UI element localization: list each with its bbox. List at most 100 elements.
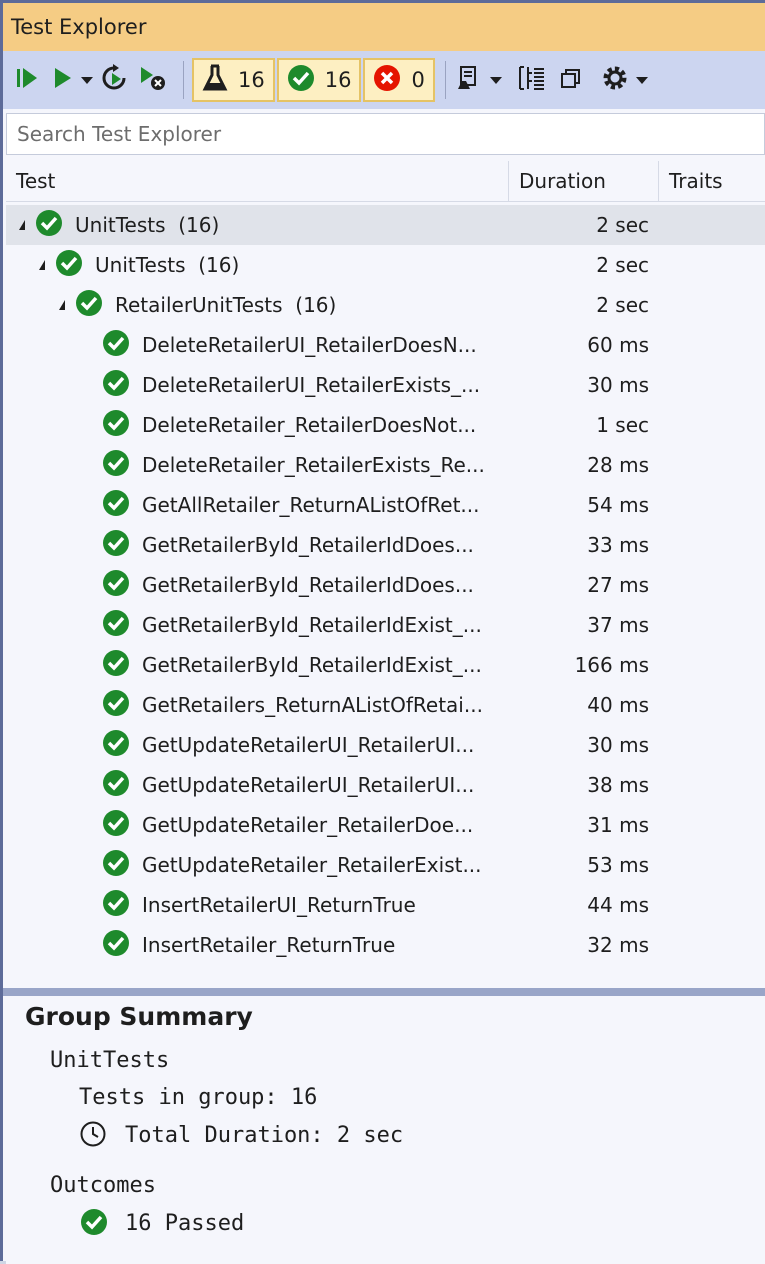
test-duration: 33 ms (587, 533, 649, 557)
test-duration: 30 ms (587, 733, 649, 757)
test-row[interactable]: InsertRetailerUI_ReturnTrue 44 ms (6, 885, 765, 925)
flask-icon (202, 63, 238, 98)
tree-row-class[interactable]: RetailerUnitTests (16) 2 sec (6, 285, 765, 325)
test-name: GetUpdateRetailerUI_RetailerUI... (142, 733, 475, 757)
test-duration: 54 ms (587, 493, 649, 517)
toolbar: 16 16 0 (3, 51, 765, 109)
test-duration: 31 ms (587, 813, 649, 837)
repeat-last-run-button[interactable] (99, 60, 131, 100)
test-row[interactable]: DeleteRetailerUI_RetailerDoesN... 60 ms (6, 325, 765, 365)
passed-icon (55, 249, 83, 282)
test-duration: 28 ms (587, 453, 649, 477)
test-list: DeleteRetailerUI_RetailerDoesN... 60 ms De… (6, 325, 765, 965)
passed-icon (102, 449, 130, 482)
passed-icon (102, 649, 130, 682)
column-duration[interactable]: Duration (509, 161, 659, 201)
panel-splitter[interactable] (3, 988, 765, 996)
chevron-down-icon (489, 76, 502, 84)
passed-icon (35, 209, 63, 242)
test-name: GetUpdateRetailerUI_RetailerUI... (142, 773, 475, 797)
passed-icon (102, 569, 130, 602)
test-row[interactable]: GetAllRetailer_ReturnAListOfRet... 54 ms (6, 485, 765, 525)
passed-icon (102, 889, 130, 922)
run-button[interactable] (49, 60, 93, 100)
search-input[interactable] (15, 121, 764, 147)
play-icon (49, 64, 75, 96)
failed-tests-filter[interactable]: 0 (363, 58, 435, 102)
test-duration: 38 ms (587, 773, 649, 797)
test-name: GetRetailerById_RetailerIdExist_... (142, 613, 482, 637)
test-row[interactable]: GetRetailers_ReturnAListOfRetai... 40 ms (6, 685, 765, 725)
test-duration: 1 sec (596, 413, 649, 437)
summary-title: Group Summary (25, 1002, 253, 1031)
test-row[interactable]: DeleteRetailer_RetailerDoesNot... 1 sec (6, 405, 765, 445)
tree-row-project[interactable]: UnitTests (16) 2 sec (6, 205, 765, 245)
summary-group-name: UnitTests (50, 1048, 170, 1073)
clock-icon (79, 1120, 107, 1152)
test-name: InsertRetailer_ReturnTrue (142, 933, 396, 957)
passed-icon (102, 689, 130, 722)
tree-row-namespace[interactable]: UnitTests (16) 2 sec (6, 245, 765, 285)
run-failed-button[interactable] (137, 60, 169, 100)
test-row[interactable]: GetUpdateRetailer_RetailerExist... 53 ms (6, 845, 765, 885)
passed-icon (102, 729, 130, 762)
passed-tests-filter[interactable]: 16 (276, 58, 362, 102)
toolbar-separator (444, 61, 446, 99)
column-traits[interactable]: Traits (659, 161, 765, 201)
test-name: GetUpdateRetailer_RetailerDoe... (142, 813, 474, 837)
expand-triangle-icon[interactable] (59, 300, 65, 310)
test-name: GetAllRetailer_ReturnAListOfRet... (142, 493, 480, 517)
test-duration: 32 ms (587, 933, 649, 957)
run-failed-icon (137, 63, 169, 97)
expand-triangle-icon[interactable] (19, 220, 25, 230)
expand-triangle-icon[interactable] (39, 260, 45, 270)
search-box[interactable] (6, 113, 765, 155)
gear-icon (600, 63, 630, 97)
summary-passed: 16 Passed (125, 1211, 245, 1236)
test-name: GetRetailerById_RetailerIdDoes... (142, 533, 474, 557)
toolbar-separator (183, 61, 184, 99)
playlist-button[interactable] (454, 60, 502, 100)
test-row[interactable]: InsertRetailer_ReturnTrue 32 ms (6, 925, 765, 965)
test-duration: 60 ms (587, 333, 649, 357)
playlist-icon (454, 63, 484, 97)
test-name: InsertRetailerUI_ReturnTrue (142, 893, 416, 917)
test-duration: 27 ms (587, 573, 649, 597)
test-name: DeleteRetailer_RetailerExists_Re... (142, 453, 485, 477)
test-row[interactable]: GetRetailerById_RetailerIdExist_... 37 ms (6, 605, 765, 645)
group-summary-panel: Group Summary UnitTests Tests in group: … (6, 996, 765, 1264)
passed-icon (80, 1208, 108, 1240)
test-row[interactable]: GetRetailerById_RetailerIdDoes... 27 ms (6, 565, 765, 605)
tree-node-duration: 2 sec (596, 213, 649, 237)
test-name: DeleteRetailerUI_RetailerExists_... (142, 373, 481, 397)
hierarchy-icon (516, 63, 548, 97)
copy-windows-icon (558, 64, 586, 96)
total-count: 16 (238, 68, 265, 92)
test-explorer-window: Test Explorer 16 16 0 Search Test Explor… (0, 0, 765, 1264)
tree-node-name: UnitTests (16) (75, 213, 220, 237)
test-row[interactable]: GetUpdateRetailerUI_RetailerUI... 30 ms (6, 725, 765, 765)
test-row[interactable]: DeleteRetailer_RetailerExists_Re... 28 ms (6, 445, 765, 485)
group-by-button[interactable] (516, 60, 548, 100)
column-test[interactable]: Test (6, 161, 509, 201)
tree-node-name: UnitTests (16) (95, 253, 240, 277)
passed-icon (102, 849, 130, 882)
passed-icon (102, 529, 130, 562)
test-row[interactable]: GetUpdateRetailer_RetailerDoe... 31 ms (6, 805, 765, 845)
test-row[interactable]: DeleteRetailerUI_RetailerExists_... 30 ms (6, 365, 765, 405)
tree-node-duration: 2 sec (596, 293, 649, 317)
collapse-all-button[interactable] (558, 60, 586, 100)
test-row[interactable]: GetRetailerById_RetailerIdDoes... 33 ms (6, 525, 765, 565)
tree-node-name: RetailerUnitTests (16) (115, 293, 337, 317)
passed-icon (102, 609, 130, 642)
run-all-icon (13, 64, 43, 96)
run-all-button[interactable] (13, 60, 43, 100)
passed-icon (102, 489, 130, 522)
test-row[interactable]: GetUpdateRetailerUI_RetailerUI... 38 ms (6, 765, 765, 805)
test-name: GetRetailerById_RetailerIdDoes... (142, 573, 474, 597)
test-row[interactable]: GetRetailerById_RetailerIdExist_... 166 m… (6, 645, 765, 685)
chevron-down-icon (81, 76, 93, 84)
test-duration: 166 ms (574, 653, 649, 677)
total-tests-filter[interactable]: 16 (192, 58, 275, 102)
settings-button[interactable] (600, 60, 648, 100)
